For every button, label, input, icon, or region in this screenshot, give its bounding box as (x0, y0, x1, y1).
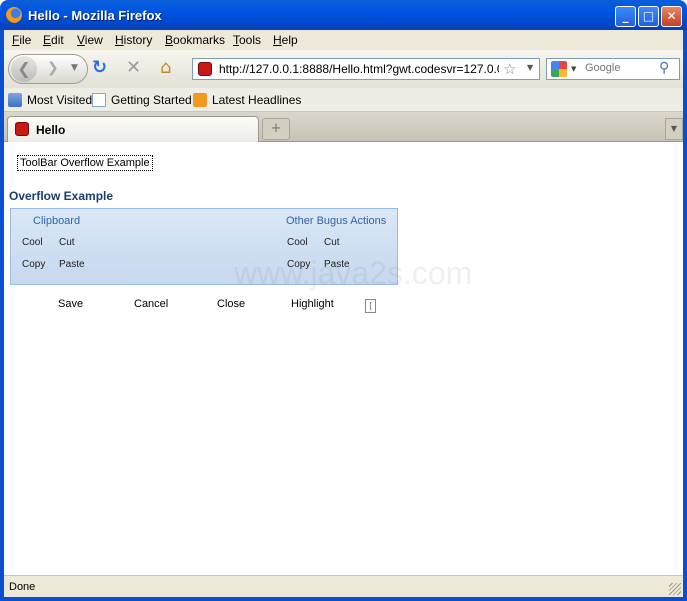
window-titlebar: Hello - Mozilla Firefox _ □ ✕ (0, 0, 687, 30)
tab-strip: Hello + ▼ (4, 112, 683, 142)
minimize-button[interactable]: _ (615, 6, 636, 27)
toolbar-overflow-button[interactable]: [ (365, 299, 376, 313)
menu-edit[interactable]: Edit (43, 33, 64, 47)
search-icon[interactable]: ⚲ (659, 60, 669, 76)
bookmark-latest-headlines[interactable]: Latest Headlines (193, 93, 301, 107)
navigation-toolbar: ❮ ❯ ▼ ↻ ✕ ⌂ ☆ ▼ ▼ ⚲ (4, 50, 683, 88)
watermark: www.java2s.com (234, 255, 473, 291)
other-actions-group-title: Other Bugus Actions (286, 215, 387, 227)
list-all-tabs-icon[interactable]: ▼ (665, 118, 683, 140)
status-text: Done (9, 581, 36, 593)
folder-icon (8, 93, 22, 107)
page-icon (92, 93, 106, 107)
search-bar[interactable]: ▼ ⚲ (546, 58, 680, 80)
clipboard-group-title: Clipboard (33, 215, 81, 227)
close-window-button[interactable]: ✕ (661, 6, 682, 27)
bookmark-star-icon[interactable]: ☆ (503, 60, 516, 78)
firefox-logo-icon (6, 7, 22, 23)
bookmark-most-visited[interactable]: Most Visited (8, 93, 92, 107)
menu-history[interactable]: History (115, 33, 152, 47)
panel-heading: Overflow Example (9, 189, 114, 203)
close-button[interactable]: Close (217, 298, 245, 310)
search-input[interactable] (585, 62, 657, 74)
tab-label: Hello (36, 123, 66, 137)
url-bar[interactable]: ☆ ▼ (192, 58, 540, 80)
google-engine-icon[interactable] (551, 61, 567, 77)
menu-help[interactable]: Help (273, 33, 298, 47)
paste-button[interactable]: Paste (59, 259, 85, 270)
cut-button[interactable]: Cut (59, 237, 75, 248)
tab-favicon-icon (15, 122, 29, 136)
status-bar: Done (4, 575, 683, 597)
bookmarks-toolbar: Most Visited Getting Started Latest Head… (4, 88, 683, 112)
resize-grip-icon[interactable] (669, 583, 681, 595)
other-cool-button[interactable]: Cool (287, 237, 308, 248)
menu-view[interactable]: View (77, 33, 103, 47)
bookmark-label: Getting Started (111, 93, 192, 107)
bookmark-getting-started[interactable]: Getting Started (92, 93, 192, 107)
window-title: Hello - Mozilla Firefox (28, 8, 162, 23)
other-cut-button[interactable]: Cut (324, 237, 340, 248)
reload-icon[interactable]: ↻ (92, 58, 107, 78)
cancel-button[interactable]: Cancel (134, 298, 168, 310)
highlight-button[interactable]: Highlight (291, 298, 334, 310)
site-favicon-icon (198, 62, 212, 76)
toolbar-overflow-example-link[interactable]: ToolBar Overflow Example (17, 155, 153, 171)
forward-arrow-icon[interactable]: ❯ (47, 60, 59, 76)
rss-feed-icon (193, 93, 207, 107)
tab-hello[interactable]: Hello (7, 116, 259, 142)
stop-icon[interactable]: ✕ (126, 58, 141, 78)
url-dropdown-icon[interactable]: ▼ (527, 63, 533, 72)
back-arrow-icon[interactable]: ❮ (11, 56, 37, 82)
bookmark-label: Most Visited (27, 93, 93, 107)
history-dropdown-icon[interactable]: ▼ (71, 63, 78, 73)
cool-button[interactable]: Cool (22, 237, 43, 248)
page-content: ToolBar Overflow Example Overflow Exampl… (4, 143, 683, 575)
engine-dropdown-icon[interactable]: ▼ (571, 65, 576, 73)
new-tab-button[interactable]: + (262, 118, 290, 140)
menu-bar: File Edit View History Bookmarks Tools H… (4, 30, 683, 50)
bookmark-label: Latest Headlines (212, 93, 302, 107)
menu-file[interactable]: File (12, 33, 31, 47)
copy-button[interactable]: Copy (22, 259, 45, 270)
save-button[interactable]: Save (58, 298, 83, 310)
url-input[interactable] (219, 61, 499, 77)
back-forward-group: ❮ ❯ ▼ (8, 54, 88, 84)
maximize-button[interactable]: □ (638, 6, 659, 27)
menu-bookmarks[interactable]: Bookmarks (165, 33, 225, 47)
home-icon[interactable]: ⌂ (160, 58, 171, 78)
menu-tools[interactable]: Tools (233, 33, 261, 47)
